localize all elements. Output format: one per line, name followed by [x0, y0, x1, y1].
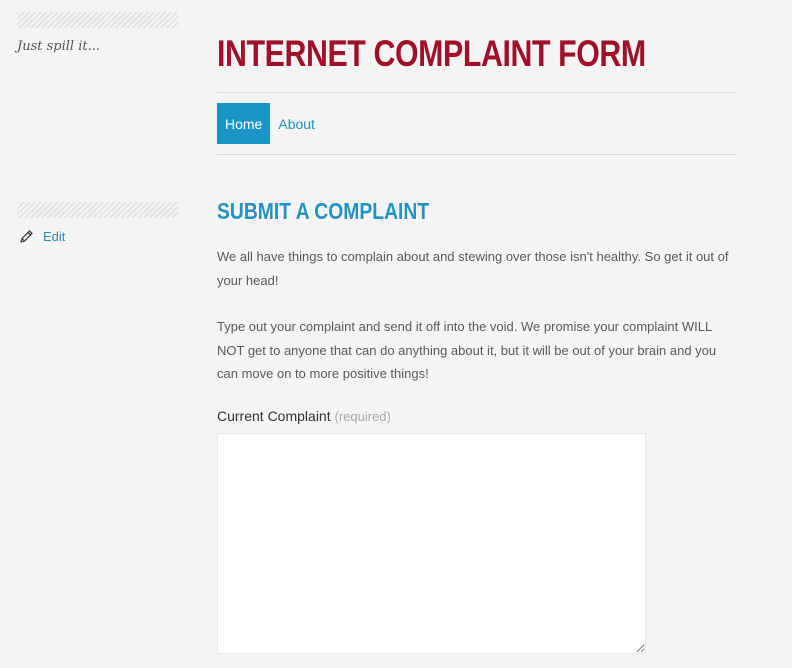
edit-link[interactable]: Edit — [19, 229, 65, 244]
complaint-field-label-text: Current Complaint — [217, 408, 331, 424]
intro-paragraph: We all have things to complain about and… — [217, 249, 729, 288]
nav-divider — [217, 154, 737, 155]
page-title: SUBMIT A COMPLAINT — [217, 198, 430, 224]
required-note: (required) — [334, 409, 391, 424]
main-nav: Home About — [217, 103, 323, 144]
sidebar-divider-middle — [17, 202, 178, 218]
instructions-paragraph: Type out your complaint and send it off … — [217, 319, 717, 381]
nav-item-about[interactable]: About — [270, 103, 323, 144]
page: Just spill it... Edit INTERNET COMPLAINT… — [0, 0, 792, 668]
sidebar-divider-top — [17, 12, 178, 28]
header-divider — [217, 92, 737, 93]
edit-link-label: Edit — [43, 229, 66, 244]
nav-item-home[interactable]: Home — [217, 103, 271, 144]
site-tagline: Just spill it... — [17, 39, 100, 54]
site-title[interactable]: INTERNET COMPLAINT FORM — [217, 33, 646, 75]
complaint-textarea[interactable] — [217, 433, 646, 654]
complaint-field-label: Current Complaint (required) — [217, 408, 391, 424]
pencil-icon — [19, 229, 34, 244]
